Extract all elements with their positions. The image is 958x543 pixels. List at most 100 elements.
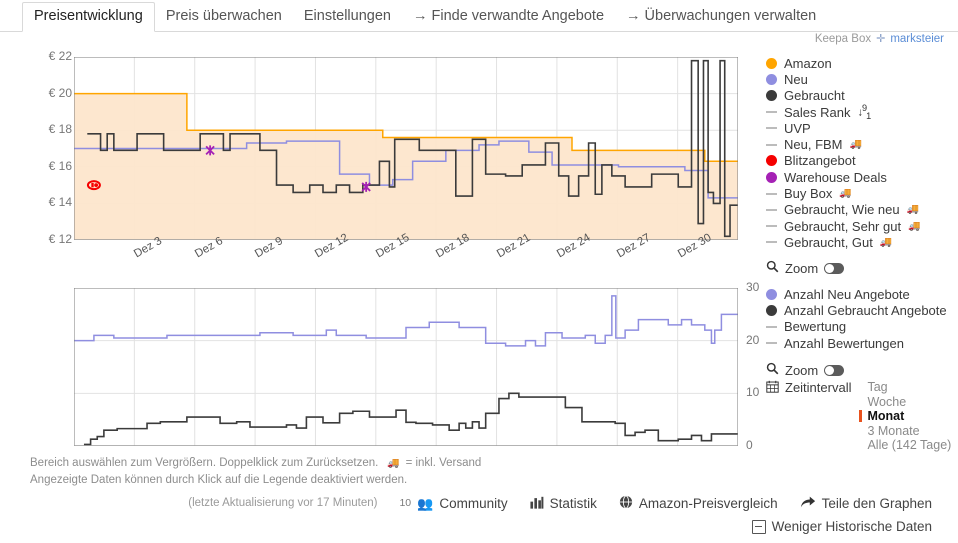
y-tick-label-sub: 20 [746, 332, 760, 347]
price-history-chart[interactable] [74, 57, 738, 240]
legend-item-bewertung[interactable]: Bewertung [766, 319, 958, 335]
time-interval-label: Zeitintervall [785, 380, 852, 395]
toggle-switch-primary[interactable] [824, 262, 845, 274]
zoom-label-secondary: Zoom [785, 362, 819, 378]
offer-count-chart[interactable] [74, 288, 738, 446]
legend-label: Buy Box [784, 186, 833, 202]
legend-label: Gebraucht [784, 88, 845, 104]
legend-item-gebraucht-gut[interactable]: Gebraucht, Gut 🚚 [766, 234, 958, 250]
y-tick-label-sub: 10 [746, 385, 760, 400]
share-arrow-icon [800, 495, 816, 511]
legend-item-buy-box[interactable]: Buy Box 🚚 [766, 185, 958, 201]
tab-preis-ueberwachen[interactable]: Preis überwachen [155, 3, 293, 31]
toggle-switch-secondary[interactable] [824, 364, 845, 376]
interval-option-tag[interactable]: Tag [859, 380, 951, 395]
legend-label: Anzahl Neu Angebote [784, 286, 910, 302]
legend-dash-icon [766, 127, 777, 130]
chart-notes: Bereich auswählen zum Vergrößern. Doppel… [30, 455, 481, 488]
legend-label: Bewertung [784, 319, 847, 335]
y-tick-label: € 22 [48, 49, 72, 63]
amazon-preisvergleich-button[interactable]: Amazon-Preisvergleich [619, 495, 778, 511]
time-interval-section: Zeitintervall Tag Woche Monat 3 Monate Alle … [766, 380, 951, 453]
truck-icon: 🚚 [381, 458, 403, 469]
legend-label: Neu, FBM [784, 137, 843, 153]
globe-icon [619, 495, 633, 511]
zoom-toggle-secondary[interactable]: Zoom [766, 360, 845, 380]
amazon-preisvergleich-label: Amazon-Preisvergleich [638, 495, 778, 511]
time-interval-label-row: Zeitintervall [766, 380, 851, 453]
community-button[interactable]: 10 👥 Community [399, 496, 507, 511]
chart-note-line1: Bereich auswählen zum Vergrößern. Doppel… [30, 455, 481, 472]
truck-icon: 🚚 [879, 236, 893, 248]
bar-chart-icon [530, 496, 544, 511]
legend-item-neu[interactable]: Neu [766, 71, 958, 87]
truck-icon: 🚚 [839, 188, 852, 200]
legend-item-warehouse-deals[interactable]: Warehouse Deals [766, 169, 958, 185]
legend-item-gebraucht-sehr-gut[interactable]: Gebraucht, Sehr gut 🚚 [766, 218, 958, 234]
legend-dash-icon [766, 143, 777, 146]
tab-finde-verwandte-angebote[interactable]: → Finde verwandte Angebote [402, 3, 615, 31]
zoom-toggle-primary[interactable]: Zoom [766, 258, 845, 278]
legend-label: Anzahl Bewertungen [784, 335, 904, 351]
legend-item-blitzangebot[interactable]: Blitzangebot [766, 153, 958, 169]
share-graph-label: Teile den Graphen [821, 495, 932, 511]
truck-icon: 🚚 [849, 139, 862, 151]
sort-rank-icon: ↓91 [857, 103, 871, 121]
secondary-legend: Anzahl Neu Angebote Anzahl Gebraucht Ange… [766, 286, 958, 351]
username-link[interactable]: marksteier [890, 33, 944, 45]
legend-label: Neu [784, 71, 808, 87]
sparkle-icon: ✛ [876, 33, 886, 45]
interval-option-woche[interactable]: Woche [859, 395, 951, 410]
legend-label: Sales Rank [784, 104, 851, 120]
y-tick-label: € 20 [48, 85, 72, 100]
legend-item-amazon[interactable]: Amazon [766, 55, 958, 71]
legend-dot-icon [766, 288, 777, 300]
shipping-note: = inkl. Versand [405, 457, 482, 469]
legend-item-anzahl-bewertungen[interactable]: Anzahl Bewertungen [766, 335, 958, 351]
truck-icon: 🚚 [906, 204, 920, 216]
secondary-zoom-toggle-row: Zoom [766, 360, 845, 380]
legend-label: UVP [784, 120, 811, 136]
tab-bar: Preisentwicklung Preis überwachen Einste… [0, 0, 958, 32]
legend-dot-icon [766, 155, 777, 167]
interval-option-monat[interactable]: Monat [859, 409, 951, 424]
community-count: 10 [399, 497, 412, 509]
tab-einstellungen[interactable]: Einstellungen [293, 3, 402, 31]
legend-item-uvp[interactable]: UVP [766, 120, 958, 136]
people-icon: 👥 [417, 495, 434, 511]
interval-option-alle-142-tage[interactable]: Alle (142 Tage) [859, 438, 951, 453]
legend-label: Gebraucht, Sehr gut [784, 218, 902, 234]
interval-option-3-monate[interactable]: 3 Monate [859, 424, 951, 439]
collapse-icon [751, 519, 766, 534]
legend-dash-icon [766, 192, 777, 195]
primary-legend: Amazon Neu Gebraucht Sales Rank ↓91 UVP Neu, F… [766, 55, 958, 251]
legend-item-sales-rank[interactable]: Sales Rank ↓91 [766, 103, 958, 121]
tab-ueberwachungen-verwalten[interactable]: → Überwachungen verwalten [615, 3, 827, 31]
y-tick-label: € 12 [48, 232, 72, 246]
search-icon [766, 260, 779, 276]
share-graph-button[interactable]: Teile den Graphen [800, 495, 932, 511]
legend-dash-icon [766, 342, 777, 345]
legend-dash-icon [766, 111, 777, 114]
legend-label: Gebraucht, Gut [784, 234, 873, 250]
legend-label: Amazon [784, 55, 832, 71]
legend-dash-icon [766, 325, 777, 328]
y-tick-label: € 16 [48, 158, 72, 173]
legend-label: Anzahl Gebraucht Angebote [784, 302, 947, 318]
legend-dot-icon [766, 73, 777, 85]
legend-item-neu-fbm[interactable]: Neu, FBM 🚚 [766, 136, 958, 152]
tab-preisentwicklung[interactable]: Preisentwicklung [22, 2, 155, 32]
primary-zoom-toggle-row: Zoom [766, 258, 845, 278]
legend-dot-icon [766, 90, 777, 102]
legend-item-anzahl-gebraucht-angebote[interactable]: Anzahl Gebraucht Angebote [766, 302, 958, 318]
statistik-button[interactable]: Statistik [530, 496, 597, 511]
weniger-historische-daten-button[interactable]: Weniger Historische Daten [751, 519, 932, 534]
y-tick-label-sub: 30 [746, 280, 760, 294]
truck-icon: 🚚 [908, 220, 921, 232]
statistik-label: Statistik [549, 495, 597, 511]
legend-item-gebraucht-wie-neu[interactable]: Gebraucht, Wie neu 🚚 [766, 202, 958, 218]
legend-item-anzahl-neu-angebote[interactable]: Anzahl Neu Angebote [766, 286, 958, 302]
search-icon [766, 362, 779, 378]
legend-item-gebraucht[interactable]: Gebraucht [766, 88, 958, 104]
legend-dot-icon [766, 57, 777, 69]
